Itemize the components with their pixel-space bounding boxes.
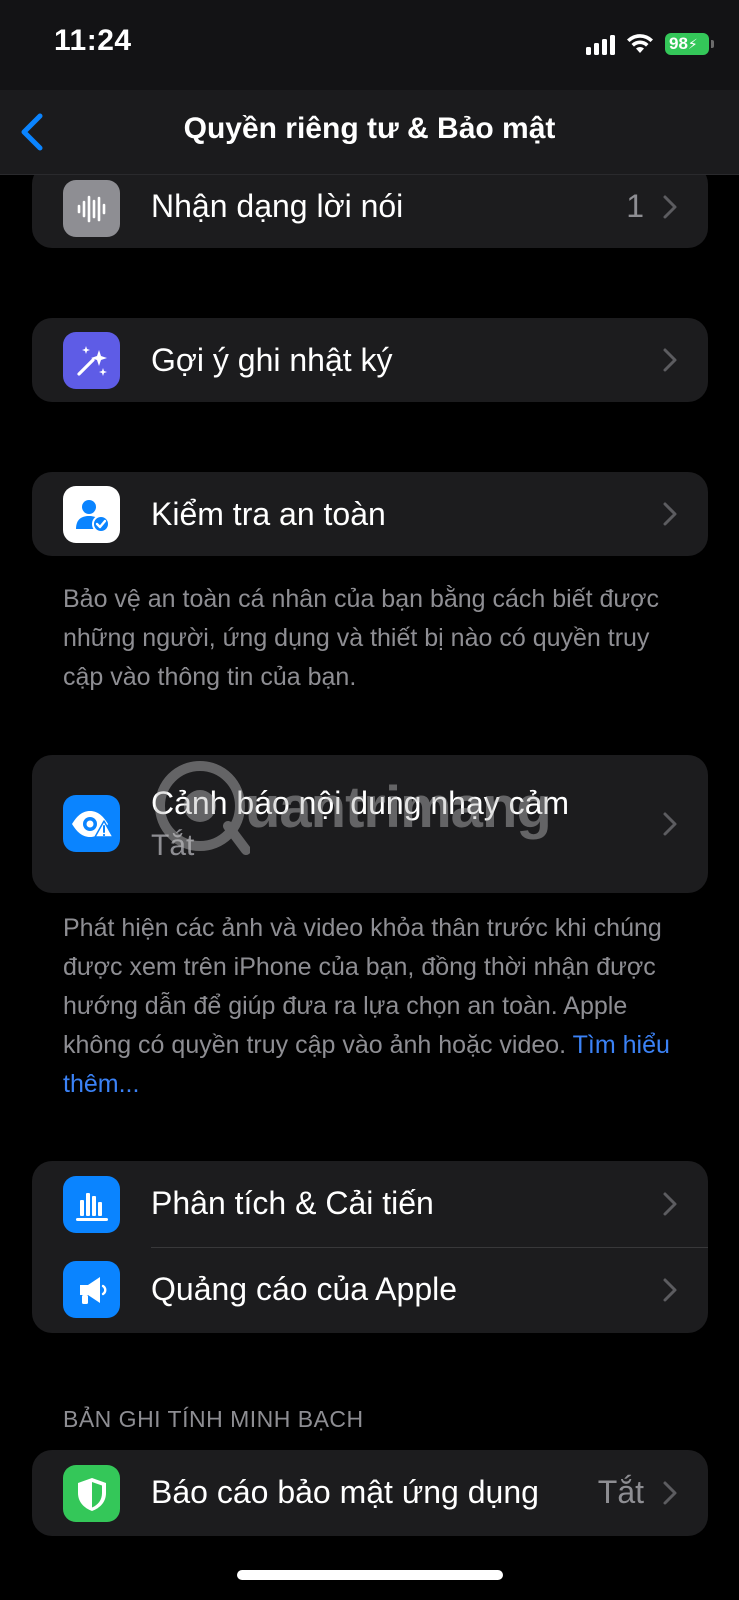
speech-group: Nhận dạng lời nói 1 — [32, 164, 708, 248]
battery-level: 98 — [669, 34, 688, 53]
cellular-signal-icon — [586, 33, 615, 55]
sensitive-group: Cảnh báo nội dung nhạy cảm Tắt — [32, 755, 708, 893]
chevron-right-icon — [663, 812, 677, 836]
chevron-right-icon — [663, 195, 677, 219]
home-indicator[interactable] — [237, 1570, 503, 1580]
transparency-group: Báo cáo bảo mật ứng dụng Tắt — [32, 1450, 708, 1536]
app-privacy-report-status: Tắt — [597, 1474, 644, 1510]
sensitive-content-label: Cảnh báo nội dung nhạy cảm — [151, 785, 570, 821]
safety-check-row[interactable]: Kiểm tra an toàn — [32, 472, 708, 556]
waveform-icon — [63, 180, 120, 237]
megaphone-icon — [63, 1261, 120, 1318]
journal-group: Gợi ý ghi nhật ký — [32, 318, 708, 402]
analytics-row[interactable]: Phân tích & Cải tiến — [32, 1161, 708, 1247]
apple-ads-row[interactable]: Quảng cáo của Apple — [32, 1247, 708, 1333]
bar-chart-icon — [63, 1176, 120, 1233]
screen: 11:24 98⚡ Quyền riêng tư & Bảo mật Nhận … — [0, 0, 739, 1600]
safety-check-footer: Bảo vệ an toàn cá nhân của bạn bằng cách… — [63, 585, 660, 691]
chevron-right-icon — [663, 502, 677, 526]
speech-recognition-label: Nhận dạng lời nói — [151, 188, 404, 224]
status-bar: 11:24 98⚡ — [0, 0, 739, 90]
chevron-right-icon — [663, 1192, 677, 1216]
app-privacy-report-label: Báo cáo bảo mật ứng dụng — [151, 1474, 539, 1510]
sensitive-content-footer: Phát hiện các ảnh và video khỏa thân trư… — [63, 909, 683, 1104]
app-privacy-report-row[interactable]: Báo cáo bảo mật ứng dụng Tắt — [32, 1450, 708, 1536]
apple-ads-label: Quảng cáo của Apple — [151, 1271, 458, 1307]
person-check-icon — [63, 486, 120, 543]
analytics-label: Phân tích & Cải tiến — [151, 1185, 434, 1221]
safety-check-label: Kiểm tra an toàn — [151, 496, 386, 532]
speech-recognition-count: 1 — [626, 188, 644, 224]
sparkles-icon — [63, 332, 120, 389]
chevron-right-icon — [663, 348, 677, 372]
speech-recognition-row[interactable]: Nhận dạng lời nói 1 — [32, 164, 708, 248]
sensitive-content-status: Tắt — [151, 829, 195, 862]
status-icons: 98⚡ — [586, 30, 714, 58]
battery-icon: 98⚡ — [665, 33, 714, 55]
status-time: 11:24 — [54, 24, 132, 57]
page-title: Quyền riêng tư & Bảo mật — [183, 112, 556, 145]
chevron-right-icon — [663, 1481, 677, 1505]
sensitive-content-row[interactable]: Cảnh báo nội dung nhạy cảm Tắt — [32, 755, 708, 893]
shield-icon — [63, 1465, 120, 1522]
journal-suggestions-row[interactable]: Gợi ý ghi nhật ký — [32, 318, 708, 402]
chevron-right-icon — [663, 1278, 677, 1302]
journal-suggestions-label: Gợi ý ghi nhật ký — [151, 342, 393, 378]
eye-warning-icon — [63, 795, 120, 852]
safety-group: Kiểm tra an toàn — [32, 472, 708, 556]
navigation-bar: Quyền riêng tư & Bảo mật — [0, 90, 739, 175]
wifi-icon — [627, 34, 653, 53]
analytics-ads-group: Phân tích & Cải tiến Quảng cáo của Apple — [32, 1161, 708, 1333]
transparency-section-header: BẢN GHI TÍNH MINH BẠCH — [63, 1406, 364, 1432]
